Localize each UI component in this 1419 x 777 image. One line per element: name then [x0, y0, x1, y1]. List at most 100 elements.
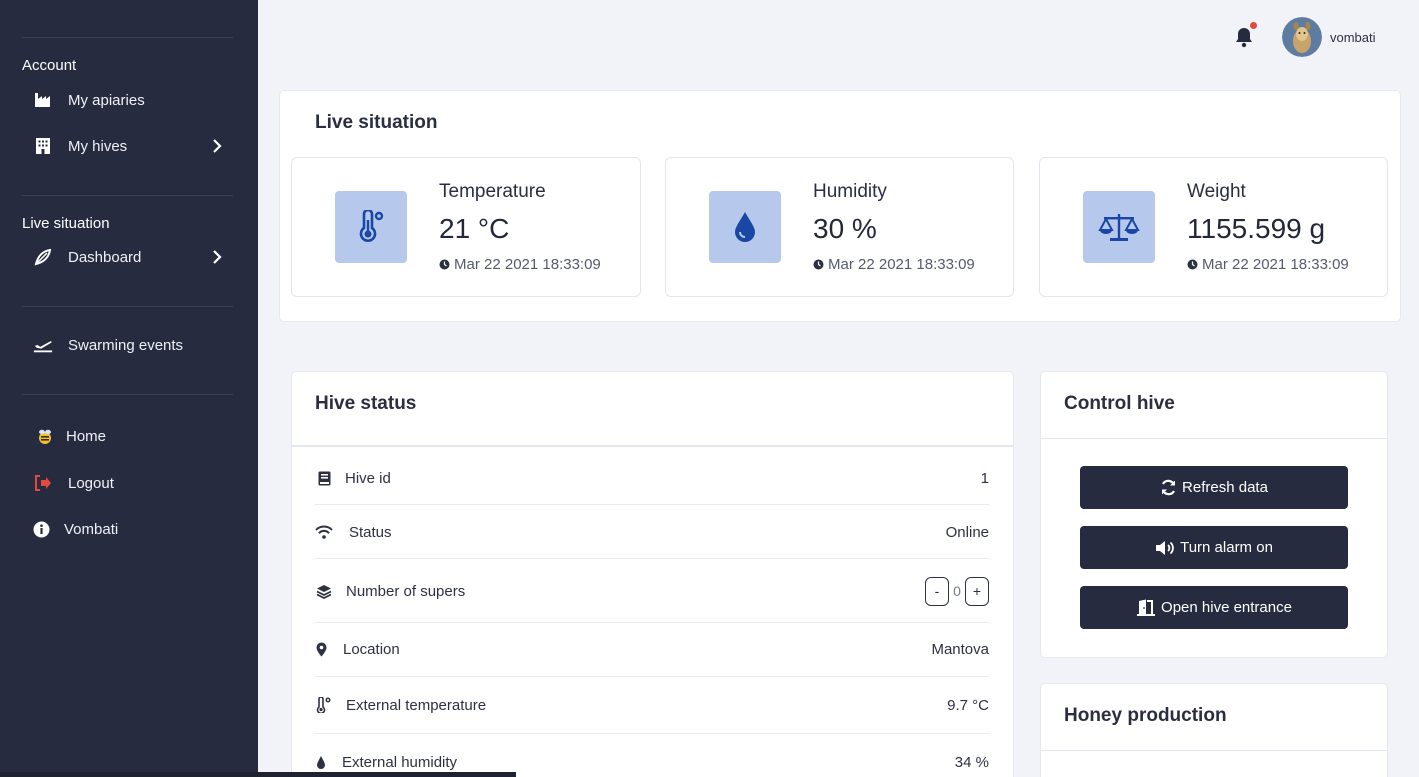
supers-stepper: - 0 + — [925, 576, 989, 606]
refresh-icon — [1162, 479, 1176, 496]
volume-icon — [1156, 540, 1174, 555]
book-icon — [315, 470, 333, 486]
refresh-data-button[interactable]: Refresh data — [1080, 466, 1348, 509]
sidebar-item-my-apiaries[interactable]: My apiaries — [0, 82, 258, 118]
stat-time-text: Mar 22 2021 18:33:09 — [1202, 256, 1349, 273]
row-label: Location — [343, 640, 400, 658]
increment-button[interactable]: + — [965, 576, 989, 606]
stat-timestamp: Mar 22 2021 18:33:09 — [1187, 256, 1349, 273]
row-value: Online — [945, 523, 989, 541]
honey-production-title: Honey production — [1064, 705, 1227, 726]
logout-icon — [33, 473, 53, 493]
row-label: Status — [349, 523, 392, 541]
button-label: Refresh data — [1182, 479, 1268, 496]
sidebar-item-label: Vombati — [64, 520, 119, 538]
stat-time-text: Mar 22 2021 18:33:09 — [828, 256, 975, 273]
info-icon — [31, 519, 51, 539]
hive-status-card — [291, 371, 1014, 777]
stat-name: Humidity — [813, 181, 887, 202]
sidebar-item-label: My hives — [68, 137, 128, 155]
row-label: Hive id — [345, 469, 391, 487]
stat-value: 21 °C — [439, 213, 510, 244]
card-header-divider — [1041, 750, 1387, 751]
wifi-icon — [315, 524, 333, 540]
sidebar-divider — [22, 195, 233, 196]
row-label: Number of supers — [346, 582, 466, 600]
location-row: Location Mantova — [315, 639, 989, 659]
sidebar-item-label: Dashboard — [68, 248, 142, 266]
clock-icon — [1187, 259, 1198, 270]
stat-time-text: Mar 22 2021 18:33:09 — [454, 256, 601, 273]
droplet-icon — [709, 191, 781, 263]
row-divider — [315, 558, 989, 559]
plane-departure-icon — [33, 335, 53, 355]
button-label: Turn alarm on — [1180, 539, 1273, 556]
clock-icon — [439, 259, 450, 270]
droplet-icon — [315, 754, 327, 770]
thermometer-icon — [315, 697, 333, 713]
clock-icon — [813, 259, 824, 270]
card-header-divider — [1041, 438, 1387, 439]
row-value: 1 — [980, 469, 989, 487]
row-label: External temperature — [346, 696, 487, 714]
row-value: 9.7 °C — [947, 696, 989, 714]
sidebar-divider — [22, 306, 233, 307]
row-value: 34 % — [954, 753, 989, 771]
live-situation-title: Live situation — [315, 112, 438, 133]
number-of-supers-row: Number of supers - 0 + — [315, 576, 989, 606]
stat-timestamp: Mar 22 2021 18:33:09 — [813, 256, 975, 273]
stat-timestamp: Mar 22 2021 18:33:09 — [439, 256, 601, 273]
thermometer-icon — [335, 191, 407, 263]
sidebar-item-swarming-events[interactable]: Swarming events — [0, 327, 258, 363]
status-row: Status Online — [315, 522, 989, 542]
temperature-stat: Temperature 21 °C Mar 22 2021 18:33:09 — [291, 157, 641, 297]
sidebar: Account My apiaries My hives Live situat… — [0, 0, 258, 777]
decrement-button[interactable]: - — [925, 576, 949, 606]
industry-icon — [33, 90, 53, 110]
door-open-icon — [1137, 599, 1156, 616]
sidebar-item-home[interactable]: Home — [0, 418, 258, 454]
stat-value: 30 % — [813, 213, 877, 244]
sidebar-item-label: Logout — [68, 474, 114, 492]
row-divider — [315, 622, 989, 623]
control-hive-title: Control hive — [1064, 393, 1175, 414]
sidebar-item-label: Swarming events — [68, 336, 184, 354]
hive-status-title: Hive status — [315, 393, 417, 414]
sidebar-item-dashboard[interactable]: Dashboard — [0, 239, 258, 275]
sidebar-item-vombati[interactable]: Vombati — [0, 511, 258, 547]
sidebar-divider — [22, 394, 233, 395]
sidebar-section-live: Live situation — [22, 215, 110, 232]
bee-logo-icon — [35, 426, 55, 446]
external-humidity-row: External humidity 34 % — [315, 752, 989, 772]
feather-icon — [33, 247, 53, 267]
button-label: Open hive entrance — [1161, 599, 1292, 616]
stat-name: Temperature — [439, 181, 546, 202]
row-divider — [315, 504, 989, 505]
sidebar-item-label: Home — [66, 427, 107, 445]
row-divider — [315, 676, 989, 677]
balance-scale-icon — [1083, 191, 1155, 263]
open-hive-entrance-button[interactable]: Open hive entrance — [1080, 586, 1348, 629]
card-header-divider — [292, 445, 1013, 447]
row-value: Mantova — [931, 640, 989, 658]
hive-id-row: Hive id 1 — [315, 468, 989, 488]
sidebar-item-logout[interactable]: Logout — [0, 465, 258, 501]
humidity-stat: Humidity 30 % Mar 22 2021 18:33:09 — [665, 157, 1014, 297]
avatar[interactable] — [1282, 17, 1322, 57]
sidebar-section-account: Account — [22, 57, 77, 74]
sidebar-item-label: My apiaries — [68, 91, 145, 109]
username[interactable]: vombati — [1330, 30, 1376, 45]
building-icon — [33, 136, 53, 156]
layers-icon — [315, 583, 333, 599]
weight-stat: Weight 1155.599 g Mar 22 2021 18:33:09 — [1039, 157, 1388, 297]
notification-dot — [1250, 22, 1257, 29]
stat-value: 1155.599 g — [1187, 213, 1326, 244]
stat-name: Weight — [1187, 181, 1246, 202]
sidebar-divider — [22, 37, 233, 38]
horizontal-scrollbar[interactable] — [0, 772, 516, 777]
chevron-right-icon — [210, 250, 224, 264]
sidebar-item-my-hives[interactable]: My hives — [0, 128, 258, 164]
map-marker-icon — [315, 641, 327, 657]
turn-alarm-on-button[interactable]: Turn alarm on — [1080, 526, 1348, 569]
chevron-right-icon — [210, 139, 224, 153]
